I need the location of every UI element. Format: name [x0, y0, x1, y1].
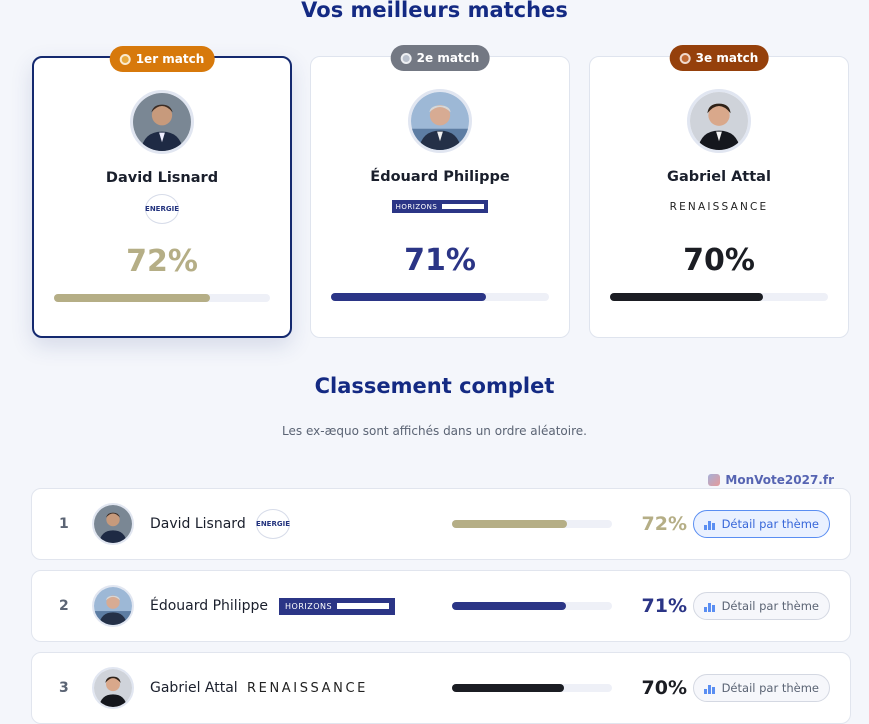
match-card-2[interactable]: 2e match Édouard Philippe HORIZONS 71% [310, 45, 570, 338]
candidate-name: Gabriel Attal [150, 680, 238, 696]
match-bar-fill [54, 294, 210, 302]
avatar [92, 585, 134, 627]
match-bar-fill [331, 293, 486, 301]
match-card-1[interactable]: 1er match David Lisnard ENERGIE 72% [32, 46, 292, 338]
match-percent: 71% [641, 595, 687, 617]
match-percent: 70% [641, 677, 687, 699]
match-bar [54, 294, 270, 302]
match-percent: 71% [404, 243, 476, 278]
match-bar [452, 602, 612, 610]
renaissance-logo: RENAISSANCE [247, 680, 368, 696]
rank-number: 2 [59, 598, 69, 614]
avatar [92, 503, 134, 545]
avatar [92, 667, 134, 709]
first-match-badge: 1er match [109, 46, 215, 72]
detail-label: Détail par thème [721, 681, 819, 695]
avatar [687, 89, 751, 153]
badge-label: 2e match [416, 51, 480, 65]
brand-icon [708, 474, 721, 486]
rank-number: 1 [59, 516, 69, 532]
ranking-row-2[interactable]: 2 Édouard Philippe HORIZONS 71% Détail p… [31, 570, 851, 642]
detail-by-theme-button[interactable]: Détail par thème [692, 674, 830, 702]
candidate-name: Gabriel Attal [667, 169, 771, 185]
ranking-row-3[interactable]: 3 Gabriel Attal RENAISSANCE 70% Détail p… [31, 652, 851, 724]
brand-label: MonVote2027.fr [725, 473, 834, 487]
badge-label: 1er match [135, 52, 205, 66]
match-percent: 72% [126, 244, 198, 279]
bar-chart-icon [703, 519, 716, 530]
detail-by-theme-button[interactable]: Détail par thème [692, 592, 830, 620]
match-bar-fill [452, 602, 566, 610]
match-bar-fill [452, 684, 564, 692]
detail-by-theme-button[interactable]: Détail par thème [692, 510, 830, 538]
rank-number: 3 [59, 680, 69, 696]
candidate-name: David Lisnard [150, 516, 246, 532]
match-bar-fill [452, 520, 568, 528]
horizons-logo: HORIZONS [279, 597, 396, 615]
match-percent: 72% [641, 513, 687, 535]
second-match-badge: 2e match [390, 45, 490, 71]
avatar [408, 89, 472, 153]
candidate-name: Édouard Philippe [370, 169, 510, 185]
detail-label: Détail par thème [721, 517, 819, 531]
match-bar-fill [610, 293, 763, 301]
match-bar [452, 684, 612, 692]
brand-link[interactable]: MonVote2027.fr [708, 473, 834, 487]
badge-label: 3e match [695, 51, 759, 65]
ranking-title: Classement complet [314, 374, 555, 398]
medal-icon [119, 53, 131, 65]
detail-label: Détail par thème [721, 599, 819, 613]
match-bar [452, 520, 612, 528]
renaissance-logo: RENAISSANCE [669, 201, 769, 213]
medal-icon [400, 52, 412, 64]
match-percent: 70% [683, 243, 755, 278]
match-bar [331, 293, 549, 301]
third-match-badge: 3e match [669, 45, 769, 71]
match-bar [610, 293, 828, 301]
avatar [130, 90, 194, 154]
candidate-name: Édouard Philippe [150, 598, 268, 614]
horizons-logo: HORIZONS [391, 200, 489, 213]
top-matches-title: Vos meilleurs matches [301, 0, 568, 22]
bar-chart-icon [703, 683, 716, 694]
bar-chart-icon [703, 601, 716, 612]
match-card-3[interactable]: 3e match Gabriel Attal RENAISSANCE 70% [589, 45, 849, 338]
energie-logo: ENERGIE [256, 509, 290, 539]
ranking-note: Les ex-æquo sont affichés dans un ordre … [282, 424, 587, 438]
ranking-row-1[interactable]: 1 David Lisnard ENERGIE 72% Détail par t… [31, 488, 851, 560]
energie-logo: ENERGIE [145, 194, 179, 224]
medal-icon [679, 52, 691, 64]
candidate-name: David Lisnard [105, 170, 219, 186]
